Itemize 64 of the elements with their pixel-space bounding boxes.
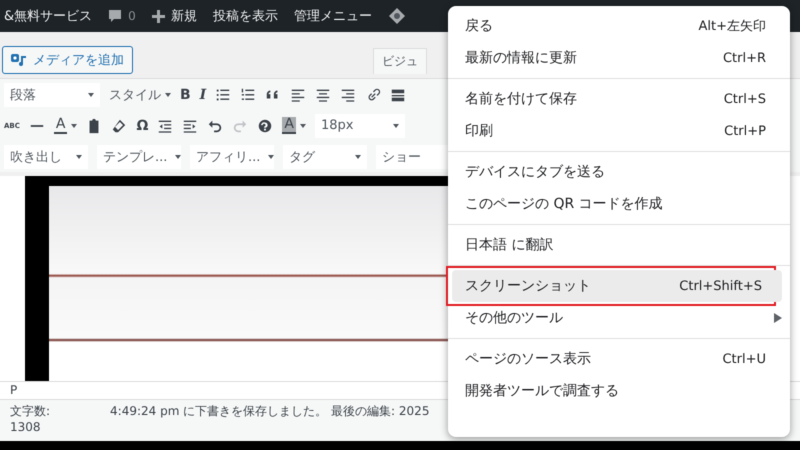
menu-item-label: 戻る xyxy=(465,17,494,35)
align-left-icon[interactable] xyxy=(290,86,306,102)
menu-item[interactable]: 印刷 Ctrl+P xyxy=(448,115,790,147)
comment-count: 0 xyxy=(128,9,136,23)
save-status: 4:49:24 pm に下書きを保存しました。 最後の編集: 2025 xyxy=(110,403,430,420)
format-button[interactable]: B xyxy=(180,86,191,102)
admin-menu-link[interactable]: 管理メニュー xyxy=(294,7,372,25)
format-dropdown[interactable]: タグ xyxy=(283,144,367,168)
shortcut-text: Ctrl+S xyxy=(724,92,766,106)
menu-item[interactable]: 日本語 に翻訳 xyxy=(448,229,790,261)
menu-item-label: 印刷 xyxy=(465,122,494,140)
menu-item[interactable]: 最新の情報に更新 Ctrl+R xyxy=(448,42,790,74)
menu-item-label: 名前を付けて保存 xyxy=(465,90,578,108)
text-color-button[interactable]: A xyxy=(54,117,68,134)
menu-item-label: 日本語 に翻訳 xyxy=(465,236,554,254)
menu-item-label: スクリーンショット xyxy=(465,277,592,295)
submenu-arrow-icon xyxy=(774,313,782,323)
shortcut-text: Ctrl+R xyxy=(722,50,766,66)
comment-icon[interactable] xyxy=(108,9,122,23)
format-dropdown[interactable]: 段落 xyxy=(4,82,100,106)
menu-item[interactable]: その他のツール xyxy=(448,302,790,334)
text-color-button[interactable]: A xyxy=(282,117,296,134)
format-button[interactable]: Ω xyxy=(136,118,148,134)
align-right-icon[interactable] xyxy=(340,86,356,102)
new-link[interactable]: 新規 xyxy=(170,7,197,25)
media-icon xyxy=(11,53,27,67)
add-media-button[interactable]: メディアを追加 xyxy=(2,46,133,74)
format-dropdown[interactable]: 18px xyxy=(314,114,405,138)
format-button[interactable]: I xyxy=(200,86,206,102)
visual-tab[interactable]: ビジュ xyxy=(373,48,427,74)
plus-icon[interactable] xyxy=(152,10,165,22)
format-dropdown[interactable]: テンプレ... xyxy=(97,144,181,168)
numbered-list-icon[interactable] xyxy=(240,86,256,102)
eraser-icon[interactable] xyxy=(111,118,128,134)
bullet-list-icon[interactable] xyxy=(215,86,232,102)
shortcut-text: Ctrl+Shift+S xyxy=(679,278,762,294)
shortcut-text: Alt+左矢印 xyxy=(698,18,766,35)
menu-item[interactable]: 名前を付けて保存 Ctrl+S xyxy=(448,83,790,115)
word-count: 1308 xyxy=(10,420,42,434)
toolbar-toggle-icon[interactable] xyxy=(390,86,406,102)
outdent-icon[interactable] xyxy=(157,118,174,134)
menu-item-label: デバイスにタブを送る xyxy=(465,163,606,181)
menu-item-label: 最新の情報に更新 xyxy=(465,49,578,67)
menu-item[interactable]: ページのソース表示 Ctrl+U xyxy=(448,343,790,375)
menu-item[interactable]: 戻る Alt+左矢印 xyxy=(448,10,790,42)
shortcut-text: Ctrl+U xyxy=(722,352,766,366)
menu-item[interactable]: スクリーンショット Ctrl+Shift+S xyxy=(452,270,782,302)
menu-item-label: その他のツール xyxy=(465,309,564,327)
view-post-link[interactable]: 投稿を表示 xyxy=(212,7,278,25)
menu-item-label: 開発者ツールで調査する xyxy=(465,382,620,400)
diamond-icon[interactable] xyxy=(388,7,406,25)
word-count-label: 文字数: xyxy=(10,403,50,420)
align-center-icon[interactable] xyxy=(315,86,332,102)
undo-icon[interactable] xyxy=(207,118,224,134)
menu-item-label: ページのソース表示 xyxy=(465,350,592,368)
format-dropdown[interactable]: アフィリ... xyxy=(190,144,274,168)
menu-item[interactable]: このページの QR コードを作成 xyxy=(448,188,790,220)
help-icon[interactable] xyxy=(257,118,274,134)
style-menu[interactable]: スタイル xyxy=(109,86,171,104)
site-name-link[interactable]: &無料サービス xyxy=(4,7,92,25)
shortcut-text: Ctrl+P xyxy=(724,124,766,138)
indent-icon[interactable] xyxy=(182,118,198,134)
format-dropdown[interactable]: 吹き出し xyxy=(4,144,88,168)
menu-item-label: このページの QR コードを作成 xyxy=(465,195,664,213)
